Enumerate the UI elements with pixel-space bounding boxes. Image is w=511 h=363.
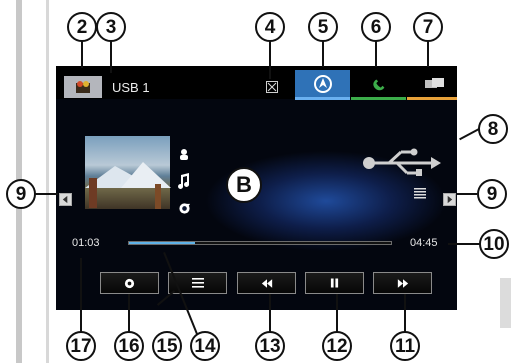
callout-leader	[35, 193, 58, 195]
pause-icon	[330, 278, 339, 288]
no-signal-icon	[266, 81, 278, 93]
list-icon[interactable]	[414, 186, 426, 199]
callout-4: 4	[255, 12, 285, 42]
callout-12: 12	[322, 331, 352, 361]
callout-2: 2	[67, 12, 97, 42]
navigation-button[interactable]	[295, 70, 350, 100]
multimedia-screen: USB 1 B 01:03 04:45	[56, 66, 457, 310]
callout-9-right: 9	[477, 179, 507, 209]
callout-leader	[269, 41, 271, 79]
source-label: USB 1	[112, 80, 150, 95]
callout-leader	[459, 128, 480, 141]
next-button[interactable]	[373, 272, 432, 294]
media-source-icon[interactable]	[64, 76, 102, 98]
callout-leader	[128, 294, 130, 332]
top-bar: USB 1	[56, 66, 457, 100]
person-icon	[176, 144, 192, 164]
callout-3: 3	[96, 12, 126, 42]
usb-icon	[361, 148, 441, 178]
rewind-icon	[261, 278, 272, 288]
arrow-right-icon	[447, 195, 453, 204]
previous-button[interactable]	[237, 272, 296, 294]
total-time: 04:45	[410, 237, 438, 249]
media-icon	[424, 77, 444, 88]
callout-leader	[81, 41, 83, 68]
callout-7: 7	[413, 12, 443, 42]
callout-leader	[375, 41, 377, 67]
callout-leader	[427, 41, 429, 67]
callout-leader	[110, 41, 112, 73]
callout-leader	[322, 41, 324, 67]
callout-9-left: 9	[6, 179, 36, 209]
page-margin-bar	[46, 0, 49, 363]
list-icon	[191, 278, 204, 288]
callout-11: 11	[390, 331, 420, 361]
screen-label-b: B	[226, 167, 262, 203]
callout-leader	[448, 243, 483, 245]
callout-leader	[457, 193, 477, 195]
phone-button[interactable]	[351, 70, 406, 100]
callout-17: 17	[66, 331, 96, 361]
scroll-left-button[interactable]	[59, 193, 72, 206]
music-note-icon	[176, 171, 192, 191]
callout-8: 8	[478, 114, 508, 144]
callout-5: 5	[308, 12, 338, 42]
callout-leader	[269, 294, 271, 332]
callout-14: 14	[190, 331, 220, 361]
callout-leader	[336, 294, 338, 332]
navigation-icon	[313, 74, 332, 93]
page-side-tab	[500, 278, 511, 328]
progress-bar[interactable]	[128, 241, 392, 245]
callout-leader	[80, 258, 82, 332]
callout-16: 16	[114, 331, 144, 361]
callout-leader	[404, 294, 406, 332]
callout-15: 15	[152, 331, 182, 361]
track-meta-icons	[176, 144, 192, 225]
pause-button[interactable]	[305, 272, 364, 294]
album-art	[85, 136, 171, 209]
fast-forward-icon	[397, 278, 408, 288]
phone-icon	[372, 79, 384, 90]
options-icon	[124, 278, 135, 288]
media-button[interactable]	[407, 70, 457, 100]
callout-13: 13	[255, 331, 285, 361]
tree-shape	[155, 184, 161, 209]
arrow-left-icon	[62, 195, 68, 204]
elapsed-time: 01:03	[72, 237, 100, 249]
mountain-shape	[121, 162, 171, 188]
options-button[interactable]	[100, 272, 159, 294]
callout-6: 6	[361, 12, 391, 42]
progress-fill	[129, 242, 195, 244]
callout-10: 10	[479, 229, 509, 259]
tree-shape	[89, 178, 97, 208]
repeat-icon	[176, 198, 192, 218]
scroll-right-button[interactable]	[443, 193, 456, 206]
